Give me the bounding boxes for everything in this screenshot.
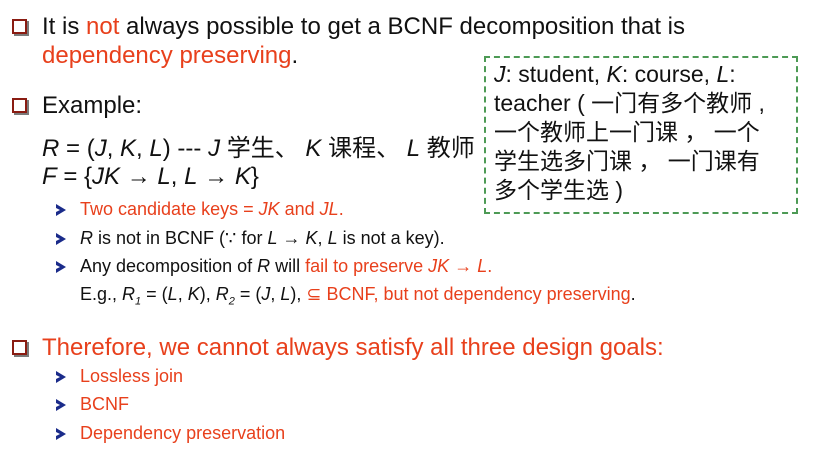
arrow-bullet-icon	[56, 428, 66, 440]
bullet1-line2: dependency preserving.	[42, 42, 299, 69]
bullet1-line1: It is not always possible to get a BCNF …	[42, 13, 685, 40]
not-bcnf-item: R is not in BCNF (∵ for L → K, L is not …	[80, 228, 445, 248]
square-bullet-icon	[12, 98, 27, 113]
note-line-1: J: student, K: course, L:	[494, 61, 736, 87]
arrow-bullet-icon	[56, 261, 66, 273]
arrow-bullet-icon	[56, 233, 66, 245]
square-bullet-icon	[12, 340, 27, 355]
not-highlight: not	[86, 13, 120, 40]
goal-dependency-preservation: Dependency preservation	[80, 423, 286, 443]
decomposition-item: Any decomposition of R will fail to pres…	[80, 256, 493, 276]
relation-r-line: R = (J, K, L) --- J 学生、 K 课程、 L 教师	[42, 135, 475, 162]
arrow-bullet-icon	[56, 371, 66, 383]
square-bullet-icon	[12, 19, 27, 34]
note-line-4: 学生选多门课 ， 一门课有	[494, 148, 760, 174]
note-line-2: teacher ( 一门有多个教师 ,	[494, 90, 765, 116]
goal-bcnf: BCNF	[80, 394, 129, 414]
goal-lossless-join: Lossless join	[80, 366, 184, 386]
note-box-text: J: student, K: course, L: teacher ( 一门有多…	[494, 60, 765, 205]
example-label: Example:	[42, 92, 143, 119]
note-line-3: 一个教师上一门课 ， 一个	[494, 119, 760, 145]
therefore-heading: Therefore, we cannot always satisfy all …	[42, 334, 664, 361]
arrow-bullet-icon	[56, 399, 66, 411]
example-decomposition-line: E.g., R1 = (L, K), R2 = (J, L), ⊆ BCNF, …	[80, 284, 636, 308]
candidate-keys-item: Two candidate keys = JK and JL.	[80, 199, 344, 219]
dependency-preserving-highlight: dependency preserving	[42, 42, 292, 69]
note-line-5: 多个学生选 )	[494, 177, 624, 203]
fd-set-f-line: F = {JK → L, L → K}	[42, 163, 259, 190]
arrow-bullet-icon	[56, 204, 66, 216]
